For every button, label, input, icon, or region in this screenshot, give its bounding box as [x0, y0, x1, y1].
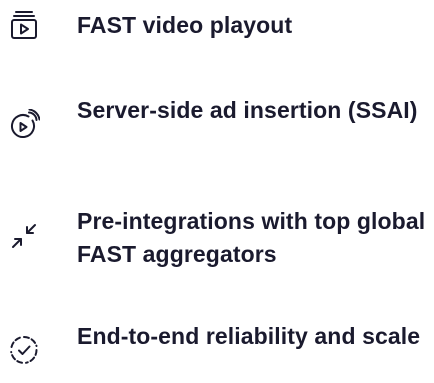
feature-label: Server-side ad insertion (SSAI)	[77, 97, 418, 123]
video-playlist-icon	[8, 9, 40, 41]
broadcast-play-icon	[8, 109, 40, 141]
minimize-arrows-icon	[8, 220, 40, 252]
feature-list: FAST video playout Server-side ad insert…	[0, 0, 434, 383]
feature-label: Pre-integrations with top global FAST ag…	[77, 208, 426, 267]
verified-check-icon	[8, 334, 40, 366]
feature-label: End-to-end reliability and scale	[77, 323, 421, 349]
feature-label: FAST video playout	[77, 12, 293, 38]
